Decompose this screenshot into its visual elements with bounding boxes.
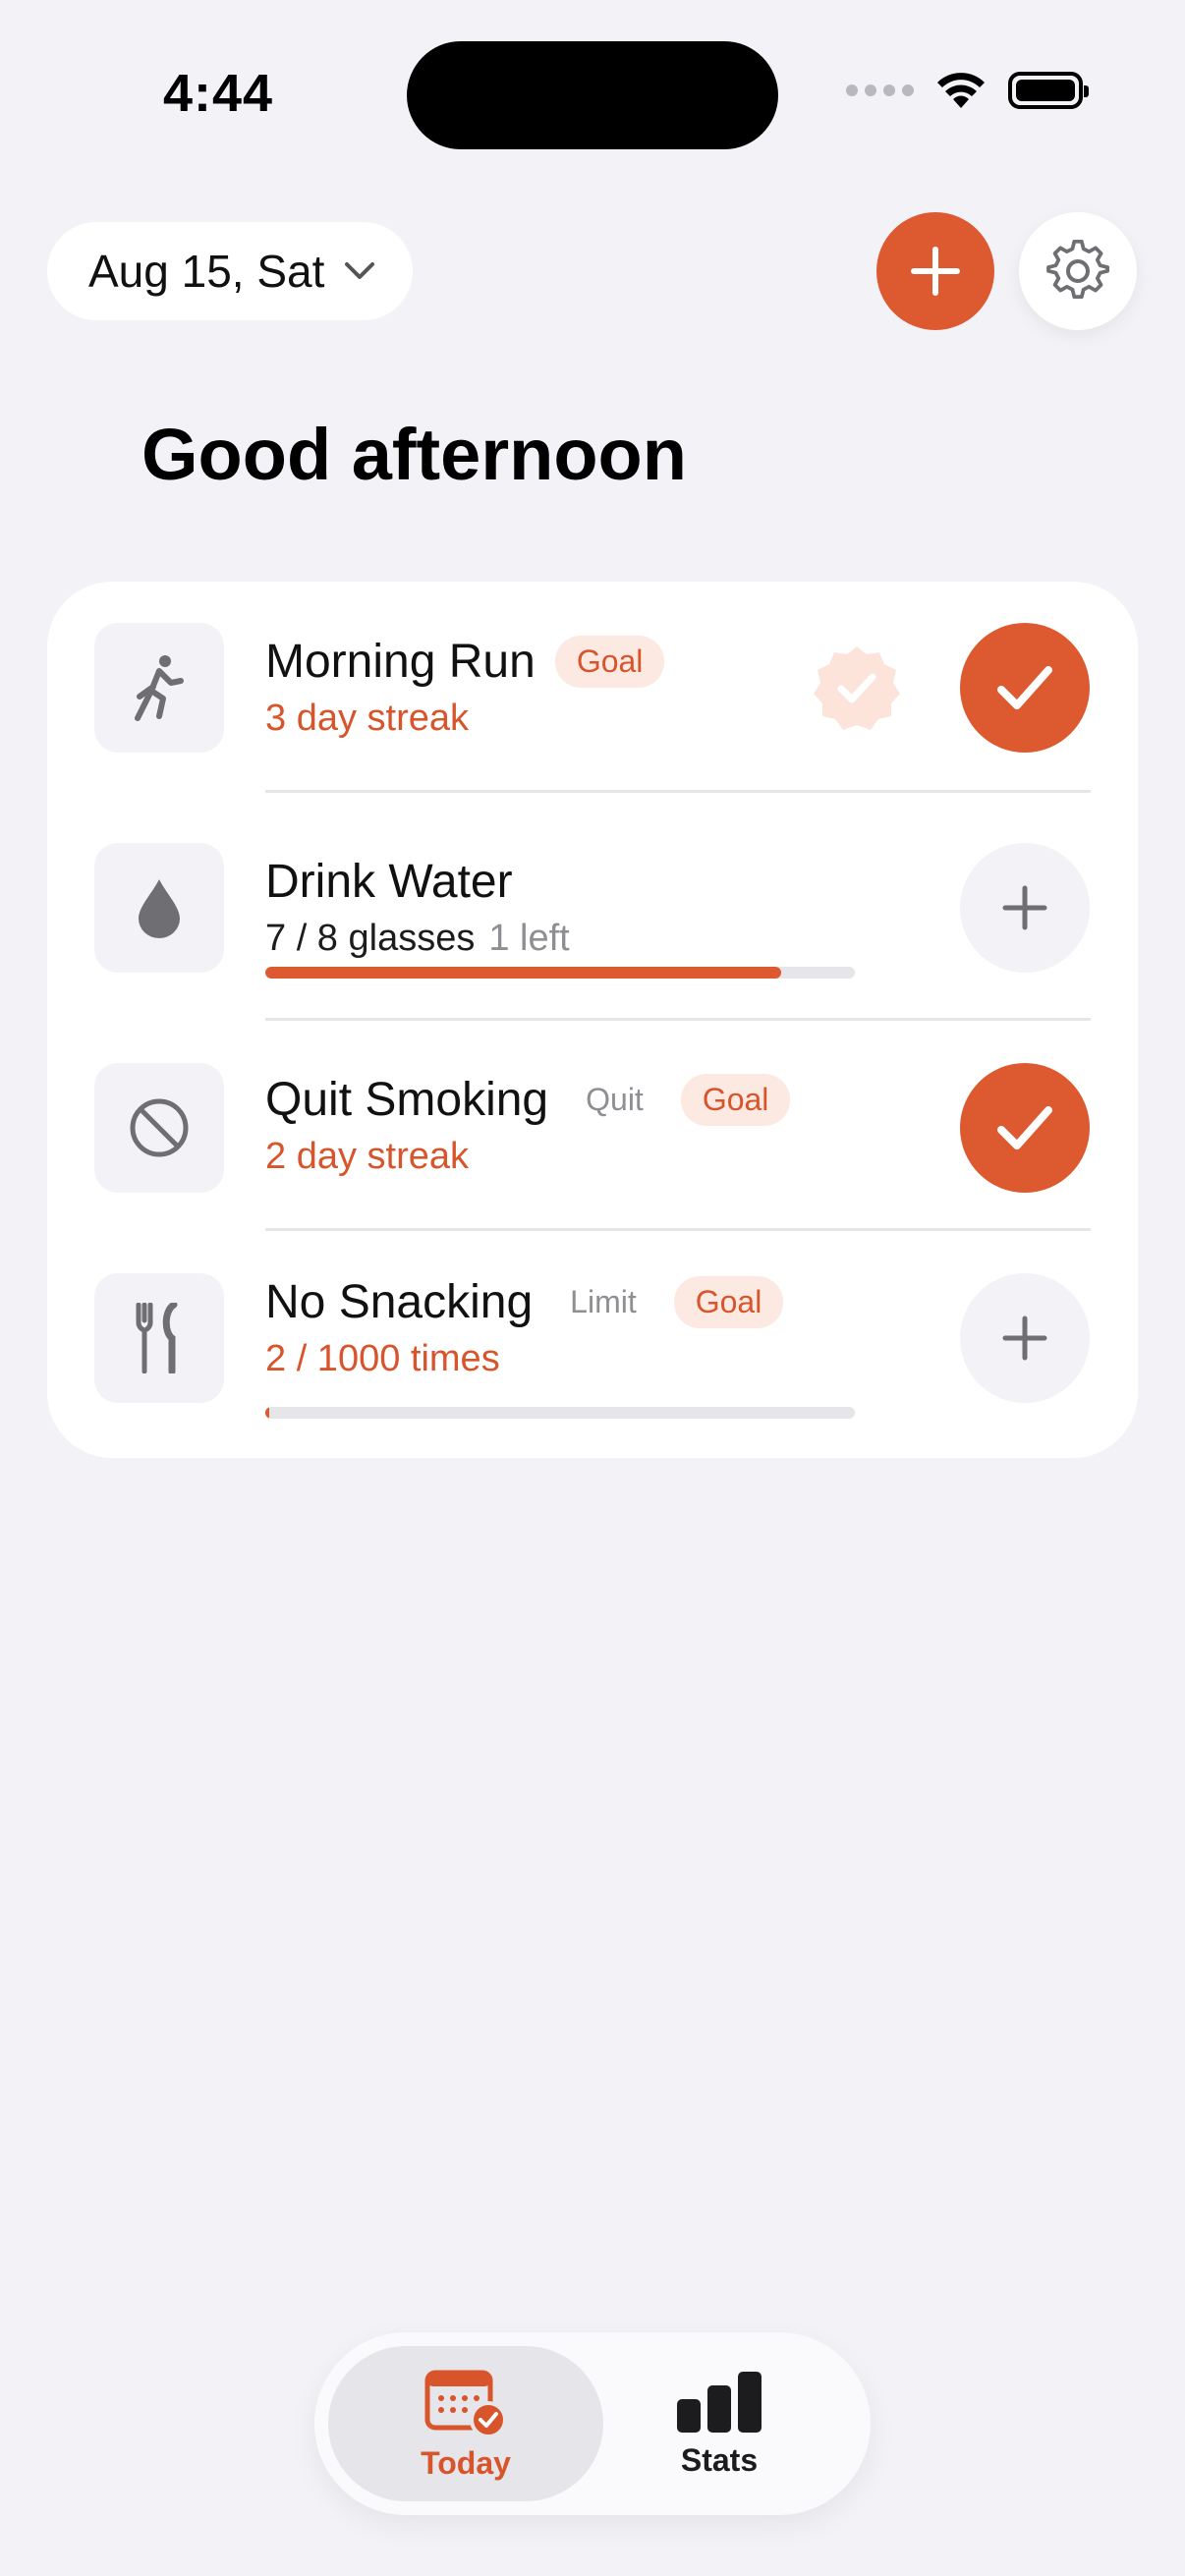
habit-title: Morning Run — [265, 636, 536, 688]
habits-card: Morning Run Goal 3 day streak Drink Wate… — [47, 582, 1138, 1458]
date-picker-button[interactable]: Aug 15, Sat — [47, 222, 413, 320]
habit-icon-tile — [94, 843, 224, 973]
snacking-progress-bar — [265, 1407, 855, 1419]
water-progress-fill — [265, 967, 781, 979]
settings-button[interactable] — [1019, 212, 1137, 330]
goal-tag: Goal — [673, 1276, 784, 1328]
status-time: 4:44 — [163, 64, 274, 123]
tab-label: Today — [421, 2444, 511, 2481]
calendar-check-icon — [424, 2370, 507, 2437]
tab-label: Stats — [680, 2441, 759, 2478]
tab-bar: Today Stats — [314, 2332, 871, 2515]
bar-chart-icon — [677, 2371, 762, 2433]
status-icons — [846, 71, 1089, 110]
increment-button[interactable] — [960, 843, 1090, 973]
habit-title: No Snacking — [265, 1276, 534, 1328]
plus-icon — [1002, 885, 1047, 930]
badge-check-icon — [814, 646, 900, 730]
gear-icon — [1046, 240, 1109, 300]
greeting-heading: Good afternoon — [141, 414, 687, 495]
goal-tag: Goal — [680, 1074, 791, 1126]
plus-icon — [911, 247, 960, 296]
habit-progress-text: 7 / 8 glasses 1 left — [265, 918, 570, 960]
water-drop-icon — [139, 879, 180, 938]
running-icon — [135, 655, 184, 721]
tab-stats[interactable]: Stats — [582, 2346, 857, 2501]
habit-icon-tile — [94, 623, 224, 753]
habit-streak: 2 day streak — [265, 1136, 469, 1177]
prohibited-icon — [130, 1098, 189, 1157]
habit-title-line: Drink Water — [265, 855, 513, 909]
habit-limit-count: 2 / 1000 times — [265, 1338, 500, 1379]
row-divider — [265, 790, 1091, 793]
habit-count: 7 / 8 glasses — [265, 918, 476, 959]
checkmark-icon — [997, 1106, 1052, 1149]
fork-knife-icon — [136, 1303, 178, 1373]
habit-streak: 3 day streak — [265, 698, 469, 739]
wifi-icon — [937, 73, 985, 108]
row-divider — [265, 1228, 1091, 1231]
habit-title-line: No Snacking Limit Goal — [265, 1275, 784, 1329]
goal-tag: Goal — [554, 636, 665, 688]
increment-button[interactable] — [960, 1273, 1090, 1403]
habit-remaining: 1 left — [488, 918, 570, 959]
today-screen: 4:44 Aug 15, Sat Good afternoon Morning … — [0, 0, 1185, 2576]
chevron-down-icon — [345, 262, 375, 279]
habit-icon-tile — [94, 1063, 224, 1193]
habit-type-label: Quit — [586, 1082, 644, 1117]
habit-title: Drink Water — [265, 856, 513, 908]
plus-icon — [1002, 1316, 1047, 1361]
checkmark-icon — [997, 666, 1052, 709]
cellular-signal-icon — [846, 84, 914, 96]
habit-type-label: Limit — [570, 1284, 637, 1319]
row-divider — [265, 1018, 1091, 1021]
snacking-progress-fill — [265, 1407, 269, 1419]
water-progress-bar — [265, 967, 855, 979]
habit-title: Quit Smoking — [265, 1074, 549, 1126]
complete-toggle-button[interactable] — [960, 1063, 1090, 1193]
date-label: Aug 15, Sat — [88, 246, 325, 297]
dynamic-island — [407, 41, 778, 149]
add-habit-button[interactable] — [876, 212, 994, 330]
complete-toggle-button[interactable] — [960, 623, 1090, 753]
habit-icon-tile — [94, 1273, 224, 1403]
habit-title-line: Quit Smoking Quit Goal — [265, 1073, 791, 1127]
habit-title-line: Morning Run Goal — [265, 635, 665, 689]
tab-today[interactable]: Today — [328, 2346, 603, 2501]
battery-icon — [1008, 72, 1089, 109]
